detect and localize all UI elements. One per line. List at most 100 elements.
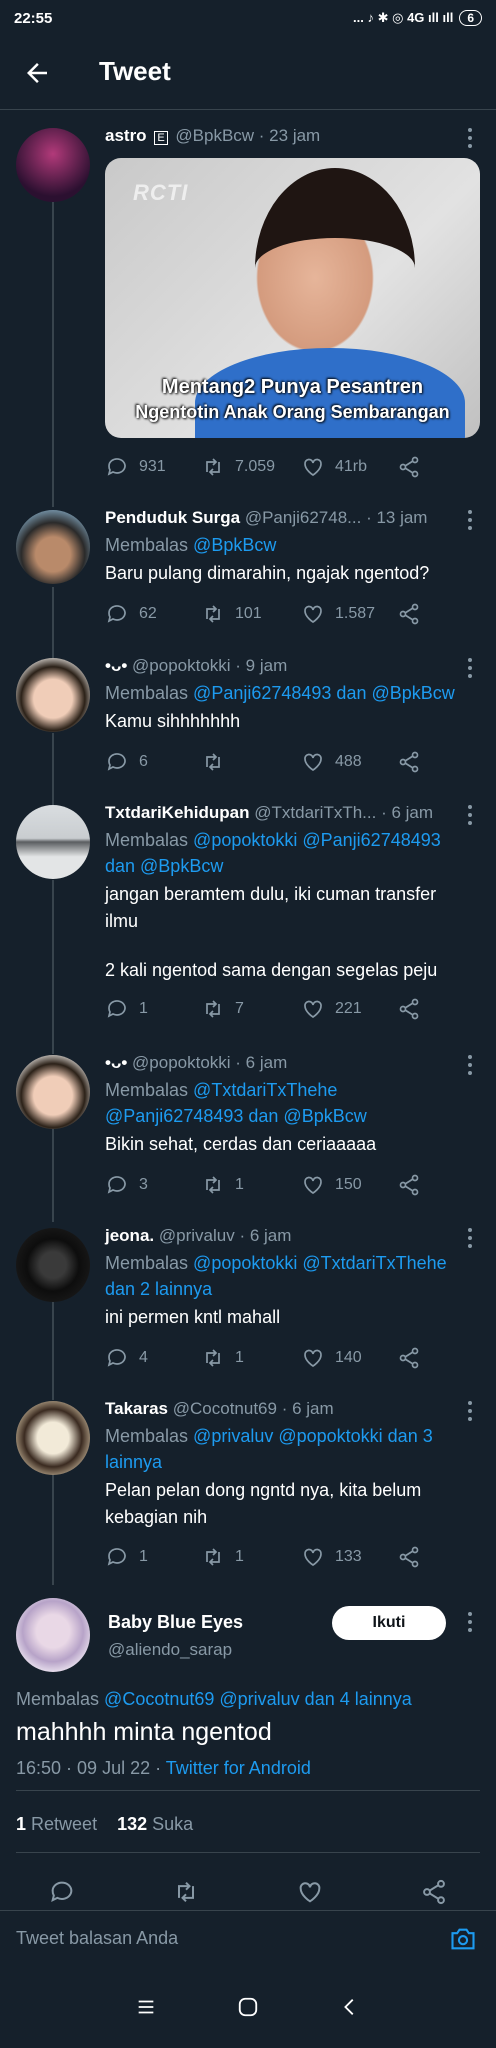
retweet-icon [206,1349,220,1367]
reply-input[interactable]: Tweet balasan Anda [16,1928,178,1949]
retweet-button[interactable]: 7 [201,997,244,1021]
retweet-button[interactable]: 101 [201,602,262,626]
like-button[interactable]: 1.587 [301,602,375,626]
share-button[interactable] [397,1346,421,1370]
more-options-icon[interactable] [462,805,478,825]
retweet-icon [206,753,220,771]
avatar[interactable] [16,1598,90,1672]
share-icon [399,1347,419,1369]
reply-button[interactable]: 1 [105,1545,148,1569]
reply-icon [107,605,126,623]
more-options-icon[interactable] [462,128,478,148]
retweet-button[interactable] [201,750,235,774]
share-button[interactable] [397,750,421,774]
reply-context: Membalas @TxtdariTxThehe @Panji62748493 … [105,1080,367,1126]
tweet-timestamp: 16:50 · 09 Jul 22 · [16,1758,162,1778]
reply-button[interactable]: 62 [105,602,157,626]
camera-icon[interactable] [448,1925,478,1953]
share-icon [399,998,419,1020]
reply-mention[interactable]: @Cocotnut69 @privaluv dan 4 lainnya [104,1689,412,1709]
reply-mention[interactable]: @Panji62748493 dan @BpkBcw [193,683,455,703]
retweet-button[interactable]: 1 [201,1173,244,1197]
like-count[interactable]: 132 [117,1814,147,1834]
tweet[interactable]: •ᴗ• @popoktokki · 9 jam Membalas @Panji6… [0,650,496,796]
avatar[interactable] [16,128,90,202]
retweet-count[interactable]: 1 [16,1814,26,1834]
retweet-button[interactable]: 1 [201,1545,244,1569]
tweet-source[interactable]: Twitter for Android [166,1758,311,1778]
retweet-button[interactable]: 1 [201,1346,244,1370]
tweet[interactable]: jeona. @privaluv · 6 jam Membalas @popok… [0,1220,496,1393]
follow-button[interactable]: Ikuti [332,1606,446,1640]
avatar[interactable] [16,1055,90,1129]
retweet-icon [206,1000,220,1018]
like-button[interactable]: 41rb [301,455,367,479]
display-name[interactable]: Penduduk Surga [105,508,240,527]
retweet-icon [206,1548,220,1566]
tweet-text: Baru pulang dimarahin, ngajak ngentod? [105,563,430,583]
tweet-header: •ᴗ• @popoktokki · 6 jam [105,1053,287,1073]
reply-button[interactable]: 4 [105,1346,148,1370]
share-button[interactable] [397,602,421,626]
main-tweet-text: mahhhh minta ngentod [16,1718,272,1746]
more-options-icon[interactable] [462,1228,478,1248]
heart-icon [304,1176,322,1195]
avatar[interactable] [16,805,90,879]
retweet-icon[interactable] [172,1878,200,1906]
reply-button[interactable]: 1 [105,997,148,1021]
reply-button[interactable]: 6 [105,750,148,774]
display-name[interactable]: Takaras [105,1399,168,1418]
avatar[interactable] [16,1401,90,1475]
home-icon[interactable] [237,1996,259,2018]
like-button[interactable]: 140 [301,1346,362,1370]
more-options-icon[interactable] [462,1055,478,1075]
like-button[interactable]: 133 [301,1545,362,1569]
reply-icon[interactable] [48,1878,76,1906]
like-button[interactable]: 150 [301,1173,362,1197]
reply-icon [107,1548,126,1566]
display-name[interactable]: •ᴗ• [105,656,127,675]
badge: E [154,131,168,145]
tweet[interactable]: Takaras @Cocotnut69 · 6 jam Membalas @pr… [0,1393,496,1593]
more-options-icon[interactable] [462,510,478,530]
more-options-icon[interactable] [462,1401,478,1421]
display-name[interactable]: astro [105,126,147,145]
share-button[interactable] [397,455,421,479]
avatar[interactable] [16,510,90,584]
reply-button[interactable]: 3 [105,1173,148,1197]
more-options-icon[interactable] [462,658,478,678]
tweet[interactable]: astro E @BpkBcw · 23 jam RCTI Mentang2 P… [0,120,496,482]
tweet[interactable]: Penduduk Surga @Panji62748... · 13 jam M… [0,502,496,650]
display-name[interactable]: TxtdariKehidupan [105,803,250,822]
display-name[interactable]: jeona. [105,1226,154,1245]
display-name[interactable]: Baby Blue Eyes [108,1612,243,1633]
reply-context: Membalas @popoktokki @TxtdariTxThehe dan… [105,1253,447,1299]
reply-compose-bar[interactable]: Tweet balasan Anda [0,1910,496,1966]
status-time: 22:55 [14,9,53,27]
reply-mention[interactable]: @BpkBcw [193,535,276,555]
avatar[interactable] [16,658,90,732]
back-arrow-icon[interactable] [22,58,52,88]
tweet-media[interactable]: RCTI Mentang2 Punya Pesantren Ngentotin … [105,158,480,438]
like-button[interactable]: 488 [301,750,362,774]
share-icon[interactable] [420,1878,448,1906]
recents-icon[interactable] [135,1996,157,2018]
like-button[interactable]: 221 [301,997,362,1021]
share-button[interactable] [397,1173,421,1197]
heart-icon[interactable] [296,1878,324,1906]
handle: @BpkBcw [175,126,255,145]
retweet-icon [206,1176,220,1194]
tweet[interactable]: •ᴗ• @popoktokki · 6 jam Membalas @Txtdar… [0,1047,496,1220]
reply-button[interactable]: 931 [105,455,166,479]
retweet-button[interactable]: 7.059 [201,455,275,479]
display-name[interactable]: •ᴗ• [105,1053,127,1072]
tweet[interactable]: TxtdariKehidupan @TxtdariTxTh... · 6 jam… [0,797,496,1047]
share-button[interactable] [397,1545,421,1569]
share-button[interactable] [397,997,421,1021]
more-options-icon[interactable] [462,1612,478,1632]
reply-icon [107,1349,126,1367]
back-icon[interactable] [339,1996,361,2018]
share-icon [399,456,419,478]
share-icon [399,1174,419,1196]
avatar[interactable] [16,1228,90,1302]
